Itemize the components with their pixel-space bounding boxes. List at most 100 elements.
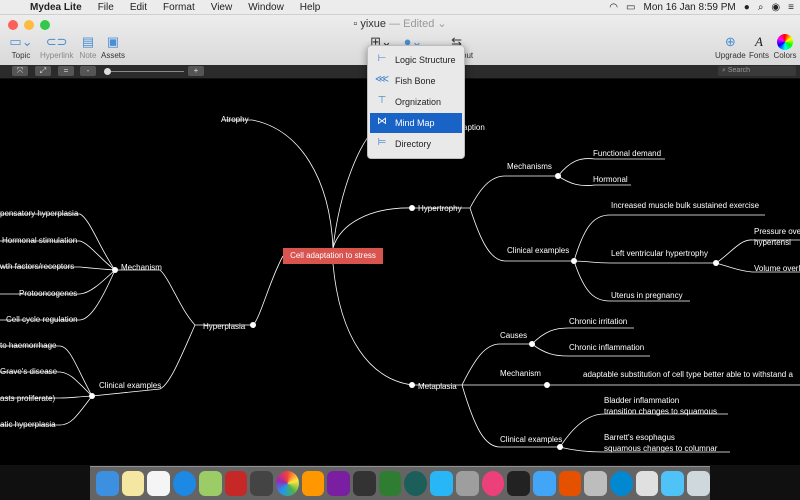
- topic-barrett-1[interactable]: Barrett's esophagus: [604, 433, 675, 442]
- menu-item-directory[interactable]: ⊨ Directory: [370, 134, 462, 154]
- menu-item-fish-bone[interactable]: ⋘ Fish Bone: [370, 71, 462, 91]
- itunes-icon[interactable]: [481, 471, 505, 496]
- topic-protooncogenes[interactable]: Protooncogenes: [19, 289, 77, 298]
- menu-file[interactable]: File: [90, 2, 122, 13]
- downloads-stack-icon[interactable]: [635, 471, 659, 496]
- search-input[interactable]: ⌕ Search: [718, 66, 796, 76]
- topic-metaplasia[interactable]: Metaplasia: [418, 382, 457, 391]
- menu-help[interactable]: Help: [292, 2, 329, 13]
- topic-adaptable-substitution[interactable]: adaptable substitution of cell type bett…: [583, 370, 793, 379]
- topic-bladder-2[interactable]: transition changes to squamous: [604, 407, 717, 416]
- note-button[interactable]: ▤ Note: [75, 33, 101, 60]
- topic-clinical-examples-metaplasia[interactable]: Clinical examples: [500, 435, 562, 444]
- dvd-player-icon[interactable]: [250, 471, 273, 496]
- xcode-icon[interactable]: [430, 471, 453, 496]
- menu-item-orgnization[interactable]: ⊤ Orgnization: [370, 92, 462, 112]
- menu-item-logic-structure[interactable]: ⊢ Logic Structure: [370, 50, 462, 70]
- zoom-slider[interactable]: [104, 68, 184, 75]
- edited-status[interactable]: — Edited ⌄: [389, 18, 447, 30]
- topic-volume[interactable]: Volume overl: [754, 264, 800, 273]
- topic-adaptation[interactable]: aption: [463, 123, 485, 132]
- topic-meta-mechanism[interactable]: Mechanism: [500, 369, 541, 378]
- menu-item-mind-map[interactable]: ⋈ Mind Map: [370, 113, 462, 133]
- topic-increased-bulk[interactable]: Increased muscle bulk sustained exercise: [611, 201, 759, 210]
- topic-button[interactable]: ▭⌄ Topic: [8, 33, 34, 60]
- user-icon[interactable]: ●: [744, 2, 750, 13]
- preview-icon[interactable]: [198, 471, 222, 496]
- datetime[interactable]: Mon 16 Jan 8:59 PM: [643, 2, 735, 13]
- instruments-icon[interactable]: [455, 471, 479, 496]
- topic-chronic-inflammation[interactable]: Chronic inflammation: [569, 343, 644, 352]
- topic-hyp-mechanism[interactable]: Mechanism: [121, 263, 162, 272]
- menu-view[interactable]: View: [203, 2, 241, 13]
- topic-haemorrhage[interactable]: to haemorrhage: [0, 341, 56, 350]
- topic-hormonal[interactable]: Hormonal: [593, 175, 628, 184]
- notification-icon[interactable]: ≡: [788, 2, 794, 13]
- topic-compensatory[interactable]: pensatory hyperplasia: [0, 209, 78, 218]
- note-label: Note: [79, 51, 97, 60]
- mydea-icon[interactable]: [610, 471, 633, 496]
- topic-growth-factors[interactable]: wth factors/receptors: [0, 262, 74, 271]
- zoom-in-button[interactable]: +: [188, 66, 204, 76]
- safari-icon[interactable]: [173, 471, 196, 496]
- reminders-icon[interactable]: [147, 471, 171, 496]
- colors-button[interactable]: Colors: [772, 33, 798, 60]
- topic-chronic-irritation[interactable]: Chronic irritation: [569, 317, 627, 326]
- terminal-icon[interactable]: [507, 471, 530, 496]
- topic-hypertension[interactable]: hypertensi: [754, 238, 791, 247]
- photos-icon[interactable]: [275, 471, 299, 496]
- zoom-out-button[interactable]: -: [80, 66, 96, 76]
- topic-functional-demand[interactable]: Functional demand: [593, 149, 661, 158]
- topic-barrett-2[interactable]: squamous changes to columnar: [604, 444, 717, 453]
- hyperlink-button[interactable]: ⊂⊃ Hyperlink: [40, 33, 73, 60]
- gitbook-icon[interactable]: [558, 471, 582, 496]
- fonts-button[interactable]: A Fonts: [746, 33, 772, 60]
- topic-bladder-1[interactable]: Bladder inflammation: [604, 396, 679, 405]
- folder-icon[interactable]: [661, 471, 685, 496]
- root-topic[interactable]: Cell adaptation to stress: [283, 248, 383, 264]
- topic-cell-cycle[interactable]: Cell cycle regulation: [6, 315, 78, 324]
- photo-booth-icon[interactable]: [224, 471, 248, 496]
- menu-format[interactable]: Format: [155, 2, 203, 13]
- spotlight-icon[interactable]: ⌕: [758, 2, 764, 13]
- topic-pressure[interactable]: Pressure ove: [754, 227, 800, 236]
- topic-prostatic[interactable]: atic hyperplasia: [0, 420, 56, 429]
- siri-icon[interactable]: ◉: [771, 2, 780, 13]
- topic-mechanisms[interactable]: Mechanisms: [507, 162, 552, 171]
- topic-hyperplasia[interactable]: Hyperplasia: [203, 322, 245, 331]
- link-icon: ⊂⊃: [45, 34, 68, 49]
- trash-icon[interactable]: [687, 471, 710, 496]
- equal-icon[interactable]: =: [58, 66, 74, 76]
- battery-icon[interactable]: ▭: [626, 2, 635, 13]
- topic-atrophy[interactable]: Atrophy: [221, 115, 249, 124]
- menu-edit[interactable]: Edit: [122, 2, 155, 13]
- app-icon[interactable]: [404, 471, 428, 496]
- onenote-icon[interactable]: [327, 471, 351, 496]
- topic-hyp-clinical-examples[interactable]: Clinical examples: [99, 381, 161, 390]
- ibooks-icon[interactable]: [301, 471, 325, 496]
- topic-graves[interactable]: Grave's disease: [0, 367, 57, 376]
- upgrade-button[interactable]: ⊕ Upgrade: [715, 33, 746, 60]
- menu-window[interactable]: Window: [240, 2, 292, 13]
- assets-button[interactable]: ▣ Assets: [100, 33, 126, 60]
- topic-blasts[interactable]: asts proliferate): [0, 394, 55, 403]
- topic-lvh[interactable]: Left ventricular hypertrophy: [611, 249, 708, 258]
- topic-uterus[interactable]: Uterus in pregnancy: [611, 291, 683, 300]
- app-store-icon[interactable]: [532, 471, 556, 496]
- menu-app-name[interactable]: Mydea Lite: [22, 2, 90, 13]
- topic-hormonal-stimulation[interactable]: Hormonal stimulation: [2, 236, 77, 245]
- menu-item-label: Directory: [395, 139, 432, 149]
- console-icon[interactable]: [584, 471, 608, 496]
- topic-causes[interactable]: Causes: [500, 331, 527, 340]
- keynote-icon[interactable]: [353, 471, 376, 496]
- zoom-slider-knob[interactable]: [104, 68, 111, 75]
- topic-hypertrophy[interactable]: Hypertrophy: [418, 204, 462, 213]
- notes-icon[interactable]: [121, 471, 145, 496]
- connector-hyperplasia: [252, 255, 284, 326]
- topic-clinical-examples-hypertrophy[interactable]: Clinical examples: [507, 246, 569, 255]
- center-icon[interactable]: ⤢: [35, 66, 51, 76]
- evernote-icon[interactable]: [378, 471, 402, 496]
- wifi-icon[interactable]: ◠: [609, 2, 618, 13]
- fit-icon[interactable]: ⤧: [12, 66, 28, 76]
- finder-icon[interactable]: [96, 471, 119, 496]
